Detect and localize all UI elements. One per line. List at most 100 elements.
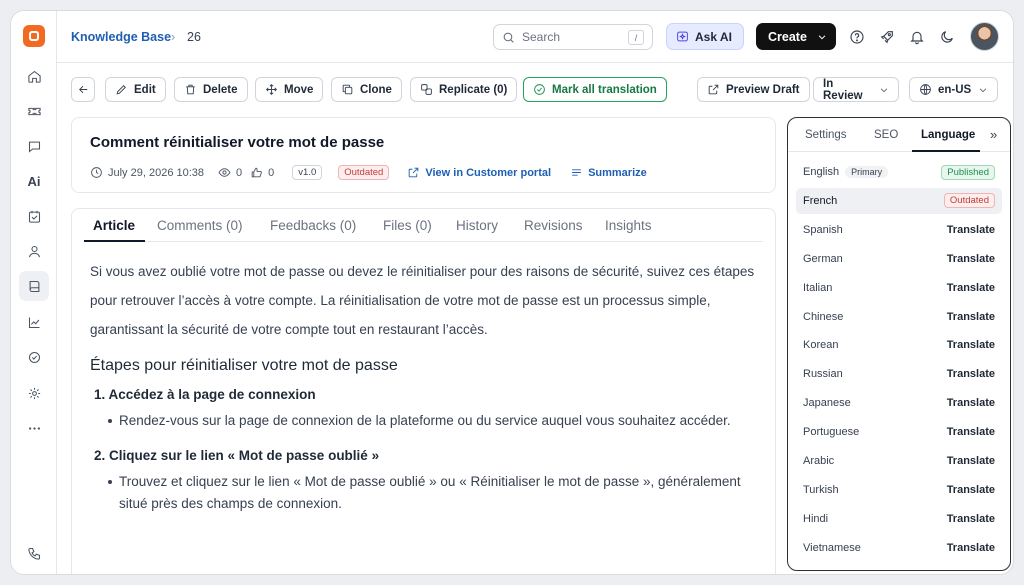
panel-tab-language[interactable]: Language [921,129,975,141]
language-row-english[interactable]: English Primary Published [796,159,1002,185]
rocket-icon[interactable] [877,27,897,47]
language-name: French [803,195,944,207]
language-name: German [803,253,947,265]
move-button[interactable]: Move [255,77,324,102]
article-meta: July 29, 2026 10:38 0 0 v1.0 Outdated Vi… [90,165,647,180]
panel-tab-seo[interactable]: SEO [874,129,898,141]
clock-icon [91,167,102,178]
likes-text: 0 [268,166,275,179]
delete-button[interactable]: Delete [174,77,248,102]
language-label: Korean [803,339,839,352]
tab-insights[interactable]: Insights [605,218,652,233]
bell-icon[interactable] [907,27,927,47]
language-row-chinese[interactable]: Chinese Translate [796,304,1002,330]
tab-revisions[interactable]: Revisions [524,218,583,233]
check-circle-icon [534,84,545,95]
language-row-korean[interactable]: Korean Translate [796,332,1002,358]
pencil-icon [116,85,126,95]
breadcrumb-knowledge-base[interactable]: Knowledge Base [71,30,171,44]
primary-badge: Primary [845,166,889,178]
language-row-portuguese[interactable]: Portuguese Translate [796,419,1002,445]
language-row-spanish[interactable]: Spanish Translate [796,217,1002,243]
chevron-down-icon [979,87,987,92]
language-row-japanese[interactable]: Japanese Translate [796,390,1002,416]
move-label: Move [284,83,314,96]
language-row-italian[interactable]: Italian Translate [796,275,1002,301]
view-customer-portal-link[interactable]: View in Customer portal [407,166,551,179]
back-button[interactable] [71,77,95,102]
article-tabs: Article Comments (0) Feedbacks (0) Files… [84,209,763,242]
language-row-french[interactable]: French Outdated [796,187,1002,214]
translate-button[interactable]: Translate [947,426,995,438]
translate-button[interactable]: Translate [947,513,995,525]
replicate-button[interactable]: Replicate (0) [410,77,518,102]
language-row-turkish[interactable]: Turkish Translate [796,477,1002,503]
translate-button[interactable]: Translate [947,368,995,380]
ask-ai-label: Ask AI [695,29,732,44]
knowledge-base-icon[interactable] [19,271,49,301]
home-icon[interactable] [19,61,49,91]
user-icon[interactable] [19,236,49,266]
translate-button[interactable]: Translate [947,542,995,554]
step-bullet: Rendez-vous sur la page de connexion de … [108,410,760,432]
active-tab-indicator [84,240,145,242]
search-box[interactable]: / [493,24,653,50]
task-icon[interactable] [19,201,49,231]
ask-ai-button[interactable]: Ask AI [666,23,744,50]
check-circle-icon[interactable] [19,342,49,372]
analytics-icon[interactable] [19,307,49,337]
panel-tab-settings[interactable]: Settings [805,129,847,141]
translate-button[interactable]: Translate [947,224,995,236]
edit-button[interactable]: Edit [105,77,166,102]
ai-icon[interactable]: Ai [19,166,49,196]
language-name: Russian [803,368,947,380]
summarize-link[interactable]: Summarize [570,166,647,179]
preview-draft-button[interactable]: Preview Draft [697,77,810,102]
tab-feedbacks[interactable]: Feedbacks (0) [270,218,356,233]
clone-button[interactable]: Clone [331,77,402,102]
create-button[interactable]: Create [756,23,836,50]
tab-files[interactable]: Files (0) [383,218,432,233]
translate-button[interactable]: Translate [947,339,995,351]
translate-button[interactable]: Translate [947,484,995,496]
language-name: Arabic [803,455,947,467]
views-count: 0 [218,166,242,179]
chat-icon[interactable] [19,131,49,161]
help-icon[interactable] [847,27,867,47]
more-icon[interactable] [19,413,49,443]
tab-article[interactable]: Article [93,218,135,233]
edit-label: Edit [134,83,156,96]
gear-icon[interactable] [19,378,49,408]
tab-comments[interactable]: Comments (0) [157,218,243,233]
locale-dropdown[interactable]: en-US [909,77,998,102]
chevron-down-icon [818,34,826,39]
language-row-german[interactable]: German Translate [796,246,1002,272]
avatar[interactable] [970,22,999,51]
language-row-vietnamese[interactable]: Vietnamese Translate [796,535,1002,561]
translate-button[interactable]: Translate [947,311,995,323]
article-header-card: Comment réinitialiser votre mot de passe… [71,117,776,193]
language-row-hindi[interactable]: Hindi Translate [796,506,1002,532]
view-portal-label: View in Customer portal [425,166,552,179]
language-label: German [803,252,843,265]
mark-all-translation-button[interactable]: Mark all translation [523,77,667,102]
likes-count[interactable]: 0 [250,166,274,179]
expand-panel-icon[interactable]: » [990,127,997,142]
language-name: Hindi [803,513,947,525]
translate-button[interactable]: Translate [947,397,995,409]
search-input[interactable] [522,30,622,44]
moon-icon[interactable] [937,27,957,47]
phone-icon[interactable] [19,538,49,568]
language-row-russian[interactable]: Russian Translate [796,361,1002,387]
trash-icon [186,84,195,95]
published-badge: Published [941,164,995,180]
app-logo[interactable] [23,25,45,47]
translate-button[interactable]: Translate [947,455,995,467]
status-dropdown[interactable]: In Review [813,77,899,102]
ticket-icon[interactable] [19,96,49,126]
translate-button[interactable]: Translate [947,253,995,265]
status-label: In Review [823,77,863,102]
language-row-arabic[interactable]: Arabic Translate [796,448,1002,474]
translate-button[interactable]: Translate [947,282,995,294]
tab-history[interactable]: History [456,218,498,233]
